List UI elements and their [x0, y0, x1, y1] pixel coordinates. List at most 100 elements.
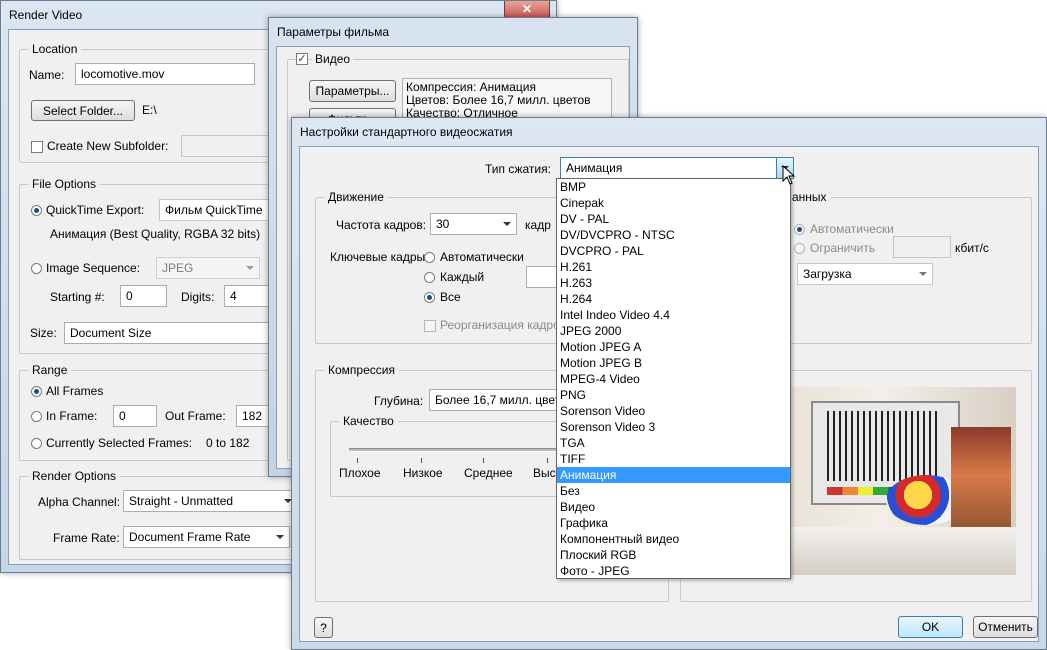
dropdown-item[interactable]: Cinepak [557, 195, 790, 211]
test-chart-pattern [827, 411, 937, 481]
size-select[interactable]: Document Size [64, 322, 284, 344]
chevron-down-icon [919, 272, 927, 276]
starting-number-input[interactable]: 0 [120, 285, 167, 307]
preview-image [791, 387, 1016, 575]
compression-type-select[interactable]: Анимация [560, 157, 794, 179]
quicktime-export-label: QuickTime Export: [46, 203, 145, 217]
image-sequence-radio[interactable] [31, 263, 42, 274]
keyframes-all-radio[interactable] [424, 292, 435, 303]
video-params-button[interactable]: Параметры... [309, 80, 396, 102]
codec-summary: Анимация (Best Quality, RGBA 32 bits) [50, 227, 261, 241]
chevron-down-icon [246, 266, 254, 270]
dropdown-item[interactable]: H.263 [557, 275, 790, 291]
movie-settings-titlebar[interactable]: Параметры фильма [269, 18, 637, 46]
dropdown-item[interactable]: DVCPRO - PAL [557, 243, 790, 259]
size-label: Size: [30, 326, 57, 340]
compression-type-label: Тип сжатия: [485, 162, 551, 176]
starting-number-label: Starting #: [50, 290, 105, 304]
dropdown-items: BMP Cinepak DV - PAL DV/DVCPRO - NTSC DVCPRO… [557, 179, 790, 579]
help-button[interactable]: ? [314, 617, 333, 638]
in-frame-input[interactable]: 0 [113, 405, 157, 427]
dropdown-item[interactable]: BMP [557, 179, 790, 195]
dropdown-item[interactable]: Графика [557, 515, 790, 531]
frame-reorder-checkbox[interactable] [424, 320, 436, 332]
dropdown-item[interactable]: Компонентный видео [557, 531, 790, 547]
render-options-group-label: Render Options [28, 469, 121, 483]
compression-titlebar[interactable]: Настройки стандартного видеосжатия [292, 118, 1046, 146]
name-label: Name: [29, 68, 65, 82]
subfolder-input[interactable] [181, 135, 281, 157]
location-group-label: Location [28, 42, 82, 56]
quicktime-format-field[interactable]: Фильм QuickTime [159, 199, 279, 221]
render-video-title: Render Video [9, 8, 83, 22]
all-frames-label: All Frames [46, 384, 104, 398]
dropdown-item[interactable]: Intel Indeo Video 4.4 [557, 307, 790, 323]
ok-button[interactable]: OK [898, 616, 963, 638]
dropdown-item[interactable]: Анимация [557, 467, 790, 483]
data-rate-limit-radio[interactable] [794, 243, 805, 254]
alpha-channel-select[interactable]: Straight - Unmatted [123, 490, 298, 512]
selected-frames-value: 0 to 182 [206, 436, 250, 450]
keyframes-every-radio[interactable] [424, 272, 435, 283]
create-subfolder-checkbox[interactable] [31, 141, 43, 153]
quality-tick [357, 458, 358, 463]
dropdown-item[interactable]: Фото - JPEG [557, 563, 790, 579]
cancel-button[interactable]: Отменить [973, 616, 1038, 638]
frame-rate-label: Frame Rate: [53, 531, 120, 545]
name-input[interactable]: locomotive.mov [75, 63, 255, 85]
quality-tick-label: Низкое [403, 466, 443, 480]
dropdown-item[interactable]: DV - PAL [557, 211, 790, 227]
video-checkbox[interactable]: ✓ [296, 53, 308, 65]
data-rate-limit-input[interactable] [893, 236, 951, 258]
data-rate-unit: кбит/с [955, 241, 989, 255]
selected-frames-radio[interactable] [31, 438, 42, 449]
create-subfolder-label: Create New Subfolder: [47, 139, 169, 153]
dropdown-item[interactable]: H.264 [557, 291, 790, 307]
keyframes-label: Ключевые кадры: [330, 250, 429, 264]
keyframes-all-label: Все [440, 290, 461, 304]
quality-tick-label: Среднее [464, 466, 513, 480]
data-rate-optimize-select[interactable]: Загрузка [797, 263, 933, 285]
dropdown-item[interactable]: Без [557, 483, 790, 499]
range-group-label: Range [28, 363, 72, 377]
image-sequence-label: Image Sequence: [46, 261, 141, 275]
frame-rate-label: Частота кадров: [336, 218, 427, 232]
dropdown-item[interactable]: JPEG 2000 [557, 323, 790, 339]
compression-group-label: Компрессия [324, 363, 399, 377]
compression-type-dropdown-list[interactable]: BMP Cinepak DV - PAL DV/DVCPRO - NTSC DVCPRO… [556, 178, 791, 579]
dropdown-item[interactable]: Motion JPEG A [557, 339, 790, 355]
in-frame-radio[interactable] [31, 411, 42, 422]
dropdown-item[interactable]: H.261 [557, 259, 790, 275]
video-info-box: Компрессия: Анимация Цветов: Более 16,7 … [402, 78, 612, 122]
selected-frames-label: Currently Selected Frames: [46, 436, 193, 450]
frame-rate-select[interactable]: Document Frame Rate [123, 526, 290, 548]
movie-settings-title: Параметры фильма [277, 25, 390, 39]
data-rate-group-label: анных [788, 190, 831, 204]
keyframes-auto-label: Автоматически [440, 250, 524, 264]
dropdown-item[interactable]: PNG [557, 387, 790, 403]
dropdown-item[interactable]: Sorenson Video 3 [557, 419, 790, 435]
dropdown-item[interactable]: Motion JPEG B [557, 355, 790, 371]
close-icon: ✕ [521, 2, 533, 16]
keyframes-auto-radio[interactable] [424, 252, 435, 263]
quicktime-export-radio[interactable] [31, 205, 42, 216]
dropdown-item[interactable]: Sorenson Video [557, 403, 790, 419]
data-rate-limit-label: Ограничить [810, 241, 876, 255]
dropdown-item[interactable]: Видео [557, 499, 790, 515]
select-folder-button[interactable]: Select Folder... [31, 100, 135, 121]
dropdown-item[interactable]: DV/DVCPRO - NTSC [557, 227, 790, 243]
dropdown-item[interactable]: TGA [557, 435, 790, 451]
data-rate-auto-radio[interactable] [794, 224, 805, 235]
depth-label: Глубина: [374, 394, 424, 408]
data-rate-group: анных Автоматически Ограничить кбит/с За… [765, 190, 1032, 344]
quality-tick [421, 458, 422, 463]
dropdown-item[interactable]: MPEG-4 Video [557, 371, 790, 387]
shelf [791, 527, 1016, 575]
dropdown-item[interactable]: TIFF [557, 451, 790, 467]
motion-frame-rate-select[interactable]: 30 [430, 213, 517, 235]
in-frame-label: In Frame: [46, 409, 98, 423]
dropdown-item[interactable]: Плоский RGB [557, 547, 790, 563]
data-rate-auto-label: Автоматически [810, 222, 894, 236]
all-frames-radio[interactable] [31, 386, 42, 397]
image-sequence-format-select[interactable]: JPEG [156, 257, 260, 279]
